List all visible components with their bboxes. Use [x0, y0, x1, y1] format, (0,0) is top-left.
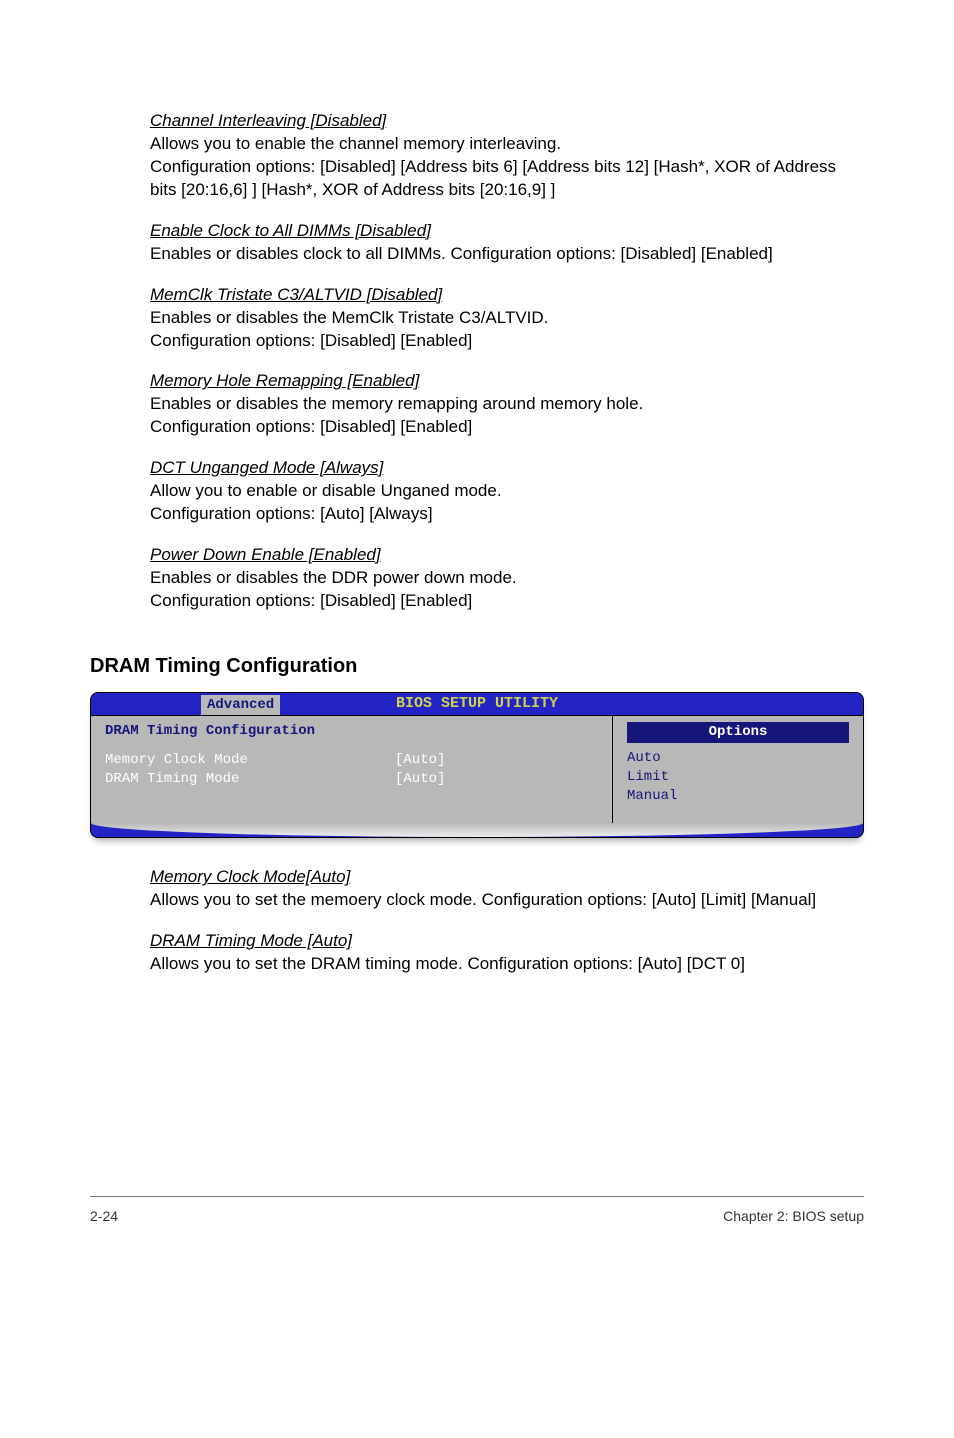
heading-enable-clock: Enable Clock to All DIMMs [Disabled]	[150, 220, 864, 243]
bios-row-value: [Auto]	[395, 751, 445, 770]
section-memclk: MemClk Tristate C3/ALTVID [Disabled] Ena…	[150, 284, 864, 353]
heading-memory-hole: Memory Hole Remapping [Enabled]	[150, 370, 864, 393]
heading-dct-unganged: DCT Unganged Mode [Always]	[150, 457, 864, 480]
text-line: Enables or disables clock to all DIMMs. …	[150, 243, 864, 266]
text-line: Configuration options: [Disabled] [Addre…	[150, 156, 864, 202]
bios-option[interactable]: Manual	[627, 787, 849, 806]
heading-memclk: MemClk Tristate C3/ALTVID [Disabled]	[150, 284, 864, 307]
bios-tab-advanced[interactable]: Advanced	[201, 695, 280, 715]
bios-row-key: Memory Clock Mode	[105, 751, 395, 770]
text-line: Allow you to enable or disable Unganed m…	[150, 480, 864, 503]
section-enable-clock: Enable Clock to All DIMMs [Disabled] Ena…	[150, 220, 864, 266]
text-line: Enables or disables the DDR power down m…	[150, 567, 864, 590]
section-channel-interleaving: Channel Interleaving [Disabled] Allows y…	[150, 110, 864, 202]
section-power-down: Power Down Enable [Enabled] Enables or d…	[150, 544, 864, 613]
section-memory-clock-mode: Memory Clock Mode[Auto] Allows you to se…	[150, 866, 864, 912]
section-dct-unganged: DCT Unganged Mode [Always] Allow you to …	[150, 457, 864, 526]
section-memory-hole: Memory Hole Remapping [Enabled] Enables …	[150, 370, 864, 439]
bios-left-panel: DRAM Timing Configuration Memory Clock M…	[91, 716, 613, 824]
text-line: Allows you to enable the channel memory …	[150, 133, 864, 156]
heading-dram-timing-mode: DRAM Timing Mode [Auto]	[150, 930, 864, 953]
doc-heading-dram-timing: DRAM Timing Configuration	[90, 653, 864, 680]
text-line: Configuration options: [Disabled] [Enabl…	[150, 330, 864, 353]
text-line: Allows you to set the DRAM timing mode. …	[150, 953, 864, 976]
bios-row[interactable]: Memory Clock Mode [Auto]	[105, 751, 598, 770]
heading-power-down: Power Down Enable [Enabled]	[150, 544, 864, 567]
bios-body: DRAM Timing Configuration Memory Clock M…	[91, 715, 863, 824]
footer-chapter: Chapter 2: BIOS setup	[723, 1207, 864, 1226]
bios-row[interactable]: DRAM Timing Mode [Auto]	[105, 770, 598, 789]
page-footer: 2-24 Chapter 2: BIOS setup	[90, 1196, 864, 1226]
section-dram-timing-mode: DRAM Timing Mode [Auto] Allows you to se…	[150, 930, 864, 976]
bios-option[interactable]: Auto	[627, 749, 849, 768]
footer-page-number: 2-24	[90, 1207, 118, 1226]
bios-option[interactable]: Limit	[627, 768, 849, 787]
text-line: Enables or disables the MemClk Tristate …	[150, 307, 864, 330]
bios-options-header: Options	[627, 722, 849, 743]
bios-setup-utility: BIOS SETUP UTILITY Advanced DRAM Timing …	[90, 692, 864, 839]
bios-titlebar: BIOS SETUP UTILITY Advanced	[91, 693, 863, 715]
bios-row-value: [Auto]	[395, 770, 445, 789]
bios-right-panel: Options Auto Limit Manual	[613, 716, 863, 824]
heading-channel-interleaving: Channel Interleaving [Disabled]	[150, 110, 864, 133]
bios-subheader: DRAM Timing Configuration	[105, 722, 598, 741]
bios-row-key: DRAM Timing Mode	[105, 770, 395, 789]
bios-bottom-curve	[91, 823, 863, 837]
text-line: Allows you to set the memoery clock mode…	[150, 889, 864, 912]
text-line: Configuration options: [Auto] [Always]	[150, 503, 864, 526]
text-line: Enables or disables the memory remapping…	[150, 393, 864, 416]
text-line: Configuration options: [Disabled] [Enabl…	[150, 590, 864, 613]
text-line: Configuration options: [Disabled] [Enabl…	[150, 416, 864, 439]
bios-title-text: BIOS SETUP UTILITY	[396, 695, 558, 712]
heading-memory-clock-mode: Memory Clock Mode[Auto]	[150, 866, 864, 889]
